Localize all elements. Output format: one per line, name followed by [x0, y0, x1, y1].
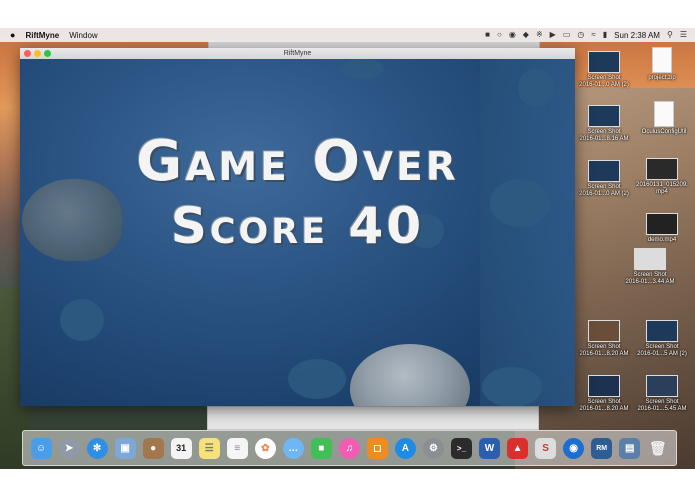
zoom-button[interactable] — [44, 50, 51, 57]
calendar-icon[interactable]: 31 — [170, 437, 192, 459]
screenshot-thumbnail — [646, 375, 678, 397]
sea-mine-silhouette — [288, 359, 346, 399]
desktop-icon-screenshot[interactable]: Screen Shot 2016-01...0 AM (2) — [574, 160, 634, 198]
time-machine-icon[interactable]: ◷ — [577, 31, 584, 39]
sea-mine-silhouette — [340, 59, 384, 79]
reminders-icon[interactable]: ≡ — [226, 437, 248, 459]
browser-icon[interactable]: ◉ — [563, 437, 585, 459]
screenshot-thumbnail — [588, 105, 620, 127]
window-menu[interactable]: Window — [69, 31, 97, 40]
trash-icon[interactable]: 🗑 — [647, 438, 668, 459]
dropbox-icon[interactable]: ◆ — [523, 31, 529, 39]
status-icon[interactable]: ○ — [497, 31, 502, 39]
wifi-icon[interactable]: ≈ — [591, 31, 595, 39]
desktop-icon-oculus-config[interactable]: OculusConfigUtil — [634, 101, 694, 136]
sea-mine-silhouette — [60, 299, 104, 341]
screenshot-thumbnail — [588, 375, 620, 397]
game-over-text: Game Over — [136, 129, 459, 194]
scrivener-icon[interactable]: S — [535, 437, 557, 459]
word-icon[interactable]: W — [479, 437, 501, 459]
app-menu[interactable]: RiftMyne — [25, 31, 59, 40]
zip-file-icon — [652, 47, 672, 73]
app-icon[interactable]: ▲ — [507, 437, 529, 459]
screenshot-thumbnail — [588, 51, 620, 73]
terminal-icon[interactable]: >_ — [450, 437, 472, 459]
desktop-icon-screenshot[interactable]: Screen Shot 2016-01...8.16 AM — [574, 105, 634, 143]
desktop-icon-zip[interactable]: project.zip — [632, 47, 692, 82]
safari-icon[interactable]: ✻ — [86, 437, 108, 459]
notes-icon[interactable]: ☰ — [198, 437, 220, 459]
facetime-icon[interactable]: ■ — [310, 437, 332, 459]
screenshot-thumbnail — [588, 320, 620, 342]
menu-bar: ● RiftMyne Window ■ ○ ◉ ◆ ※ ▶ ▭ ◷ ≈ ▮ Su… — [0, 28, 695, 42]
sea-mine-silhouette — [518, 69, 554, 107]
lock-icon[interactable]: ■ — [485, 31, 490, 39]
screenshot-thumbnail — [634, 248, 666, 270]
desktop-icon-video[interactable]: 20160131_015209. mp4 — [632, 158, 692, 196]
video-thumbnail — [646, 213, 678, 235]
desktop-icon-screenshot[interactable]: Screen Shot 2016-01...5 AM (2) — [632, 320, 692, 358]
battery-icon[interactable]: ▮ — [603, 31, 607, 39]
image-viewer-icon[interactable]: ▤ — [619, 437, 641, 459]
notification-center-icon[interactable]: ☰ — [680, 31, 687, 39]
game-viewport[interactable]: Game Over Score 40 — [20, 59, 575, 406]
photos-icon[interactable]: ✿ — [254, 437, 276, 459]
dock: ☺ ➤ ✻ ▣ ● 31 ☰ ≡ ✿ … ■ ♫ ◻ A ⚙ >_ W ▲ S … — [22, 430, 677, 466]
preview-icon[interactable]: ▣ — [114, 437, 136, 459]
minimize-button[interactable] — [34, 50, 41, 57]
clock[interactable]: Sun 2:38 AM — [614, 31, 660, 40]
oculus-icon[interactable]: ◉ — [509, 31, 516, 39]
app-file-icon — [654, 101, 674, 127]
desktop-icon-screenshot[interactable]: Screen Shot 2016-01...8.20 AM — [574, 320, 634, 358]
screenshot-thumbnail — [588, 160, 620, 182]
sea-mine — [350, 344, 470, 406]
background-window-body — [207, 406, 539, 430]
game-window[interactable]: RiftMyne Game Over Score 40 — [20, 48, 575, 406]
messages-icon[interactable]: … — [282, 437, 304, 459]
desktop-icon-screenshot[interactable]: Screen Shot 2016-01...3.44 AM — [620, 248, 680, 286]
apple-menu-icon[interactable]: ● — [10, 30, 15, 40]
volume-icon[interactable]: ▶ — [550, 31, 556, 39]
finder-icon[interactable]: ☺ — [30, 437, 52, 459]
window-title: RiftMyne — [283, 50, 312, 57]
mirroring-icon[interactable]: ▭ — [563, 31, 571, 39]
desktop-icon-screenshot[interactable]: Screen Shot 2016-01...0 AM (2) — [574, 51, 634, 89]
app-store-icon[interactable]: A — [394, 437, 416, 459]
system-preferences-icon[interactable]: ⚙ — [422, 437, 444, 459]
score-text: Score 40 — [170, 197, 425, 255]
itunes-icon[interactable]: ♫ — [338, 437, 360, 459]
desktop-icon-screenshot[interactable]: Screen Shot 2016-01...8.20 AM — [574, 375, 634, 413]
riftmyne-icon[interactable]: RM — [591, 437, 613, 459]
search-icon[interactable]: ⚲ — [667, 31, 673, 39]
desktop-icon-demo-video[interactable]: demo.mp4 — [632, 213, 692, 244]
desktop-icon-screenshot[interactable]: Screen Shot 2016-01...5.45 AM — [632, 375, 692, 413]
bluetooth-icon[interactable]: ※ — [536, 31, 543, 39]
close-button[interactable] — [24, 50, 31, 57]
sea-mine-silhouette — [482, 367, 542, 406]
video-thumbnail — [646, 158, 678, 180]
launchpad-icon[interactable]: ➤ — [58, 437, 80, 459]
window-titlebar[interactable]: RiftMyne — [20, 48, 575, 59]
contacts-icon[interactable]: ● — [142, 437, 164, 459]
screenshot-thumbnail — [646, 320, 678, 342]
ibooks-icon[interactable]: ◻ — [366, 437, 388, 459]
